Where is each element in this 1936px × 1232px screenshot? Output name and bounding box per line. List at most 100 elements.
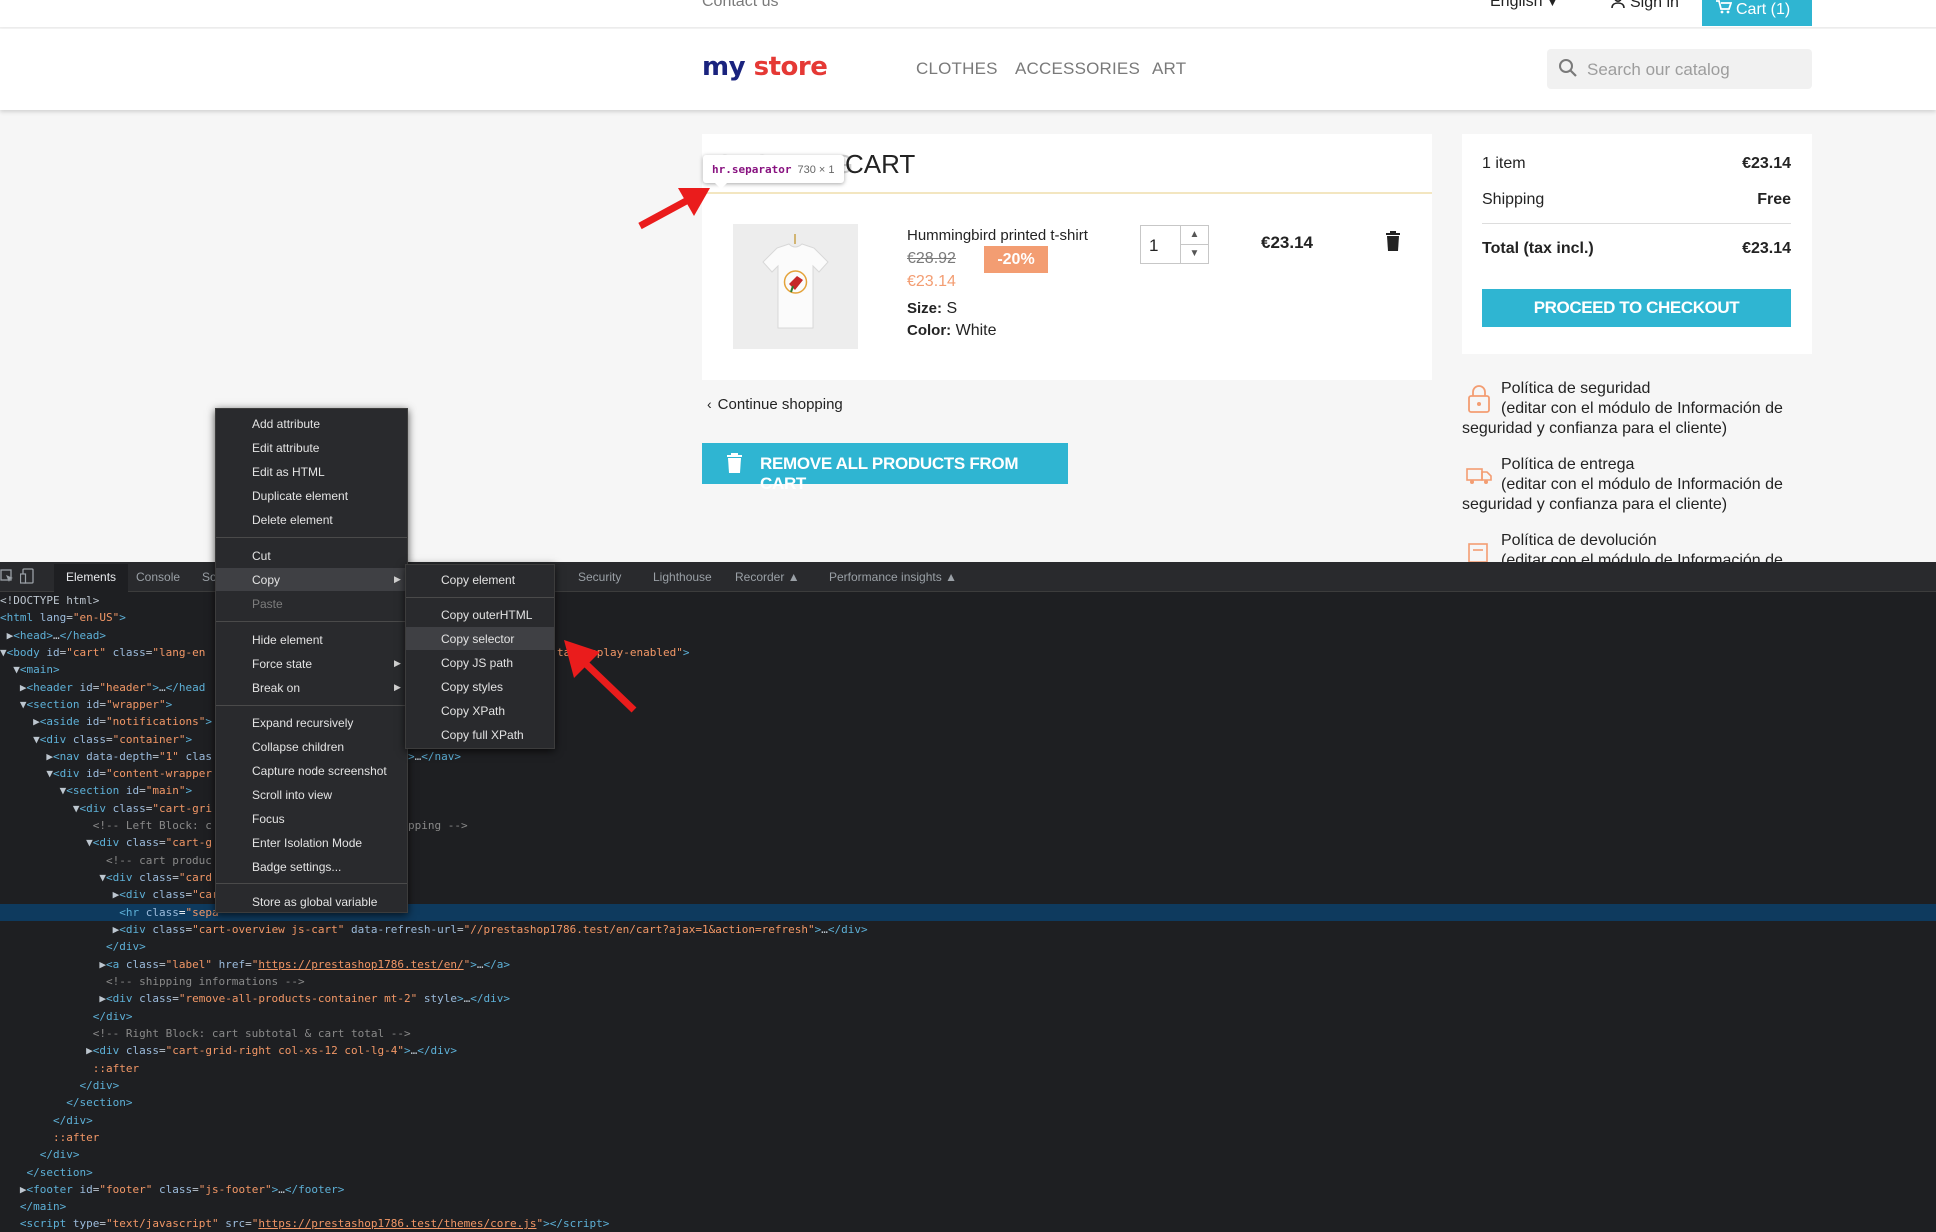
product-price: €23.14 — [907, 273, 956, 290]
quantity-down-button[interactable]: ▼ — [1181, 244, 1209, 264]
dom-line[interactable]: ▶<div class="remove-all-products-contain… — [0, 990, 510, 1007]
dom-line[interactable]: ▼<div class="container"> — [0, 731, 192, 748]
menu-capture-node-screenshot[interactable]: Capture node screenshot — [252, 764, 387, 778]
dom-line[interactable]: ▼<div id="content-wrapper — [0, 765, 212, 782]
dom-line[interactable]: ▼<section id="main"> — [0, 782, 193, 799]
search-input[interactable]: Search our catalog — [1547, 49, 1812, 89]
menu-copy-outerhtml[interactable]: Copy outerHTML — [441, 608, 532, 622]
dom-line[interactable]: ▶<div class="car — [0, 886, 219, 903]
menu-edit-as-html[interactable]: Edit as HTML — [252, 465, 325, 479]
menu-separator — [406, 597, 554, 598]
menu-copy-xpath[interactable]: Copy XPath — [441, 704, 505, 718]
dom-line[interactable]: pping --> — [408, 817, 468, 834]
dom-line-selected[interactable]: <hr class="sepa — [0, 904, 218, 921]
tab-security[interactable]: Security — [578, 570, 621, 584]
menu-separator — [216, 537, 407, 538]
items-count: 1 item — [1482, 155, 1526, 172]
inspect-icon[interactable] — [0, 568, 14, 584]
menu-force-state[interactable]: Force state — [252, 657, 312, 671]
line-total: €23.14 — [1261, 233, 1313, 252]
dom-line[interactable]: </section> — [0, 1164, 93, 1181]
menu-copy-full-xpath[interactable]: Copy full XPath — [441, 728, 524, 742]
sign-in-link[interactable]: Sign in — [1610, 0, 1679, 12]
dom-line[interactable]: ▶<head>…</head> — [0, 627, 106, 644]
menu-copy[interactable]: Copy — [252, 573, 280, 587]
menu-copy-js-path[interactable]: Copy JS path — [441, 656, 513, 670]
remove-all-button[interactable]: REMOVE ALL PRODUCTS FROM CART — [702, 443, 1068, 493]
dom-line[interactable]: </div> — [0, 938, 146, 955]
tab-performance-insights[interactable]: Performance insights ▲ — [829, 570, 957, 584]
language-selector[interactable]: English ▼ — [1490, 0, 1558, 11]
menu-copy-selector[interactable]: Copy selector — [441, 632, 514, 646]
dom-line[interactable]: </section> — [0, 1094, 132, 1111]
product-image[interactable] — [733, 224, 858, 349]
dom-line[interactable]: <!DOCTYPE html> — [0, 592, 99, 609]
checkout-button[interactable]: PROCEED TO CHECKOUT — [1482, 289, 1791, 327]
dom-line[interactable]: ▶<nav data-depth="1" clas — [0, 748, 212, 765]
dom-line[interactable]: ▼<section id="wrapper"> — [0, 696, 172, 713]
product-name[interactable]: Hummingbird printed t-shirt — [907, 227, 1088, 244]
menu-delete-element[interactable]: Delete element — [252, 513, 333, 527]
dom-line[interactable]: <!-- Left Block: c — [0, 817, 212, 834]
dom-line[interactable]: >…</nav> — [408, 748, 461, 765]
tab-recorder[interactable]: Recorder ▲ — [735, 570, 800, 584]
nav-clothes[interactable]: CLOTHES — [916, 59, 998, 79]
tab-lighthouse[interactable]: Lighthouse — [653, 570, 712, 584]
cart-button[interactable]: Cart (1) — [1702, 0, 1812, 26]
contact-link[interactable]: Contact us — [702, 0, 778, 11]
menu-collapse-children[interactable]: Collapse children — [252, 740, 344, 754]
menu-store-as-global-variable[interactable]: Store as global variable — [252, 895, 377, 909]
dom-line[interactable]: ▼<main> — [0, 661, 59, 678]
dom-line[interactable]: ::after — [0, 1129, 99, 1146]
inspect-tooltip: hr.separator 730 × 1 — [703, 155, 844, 183]
quantity-up-button[interactable]: ▲ — [1181, 225, 1209, 245]
store-logo[interactable]: my store — [702, 52, 828, 82]
language-label: English — [1490, 0, 1543, 10]
dom-line[interactable]: <!-- cart produc — [0, 852, 212, 869]
menu-badge-settings[interactable]: Badge settings... — [252, 860, 341, 874]
dom-line[interactable]: ::after — [0, 1060, 139, 1077]
menu-focus[interactable]: Focus — [252, 812, 285, 826]
dom-line[interactable]: ▶<aside id="notifications"> — [0, 713, 212, 730]
menu-copy-element[interactable]: Copy element — [441, 573, 515, 587]
dom-line[interactable]: </div> — [0, 1077, 119, 1094]
menu-break-on[interactable]: Break on — [252, 681, 300, 695]
dom-line[interactable]: ▼<div class="cart-g — [0, 834, 212, 851]
menu-copy-styles[interactable]: Copy styles — [441, 680, 503, 694]
menu-add-attribute[interactable]: Add attribute — [252, 417, 320, 431]
tab-elements[interactable]: Elements — [54, 564, 129, 592]
menu-expand-recursively[interactable]: Expand recursively — [252, 716, 353, 730]
dom-line[interactable]: <html lang="en-US"> — [0, 609, 126, 626]
menu-scroll-into-view[interactable]: Scroll into view — [252, 788, 332, 802]
trash-icon[interactable] — [1385, 231, 1401, 251]
dom-line[interactable]: ▼<body id="cart" class="lang-en — [0, 644, 205, 661]
dom-line[interactable]: ▶<div class="cart-grid-right col-xs-12 c… — [0, 1042, 457, 1059]
device-toolbar-icon[interactable] — [20, 568, 36, 584]
dom-line[interactable]: </div> — [0, 1008, 133, 1025]
dom-line[interactable]: </div> — [0, 1112, 93, 1129]
continue-shopping-link[interactable]: ‹ Continue shopping — [707, 396, 843, 413]
nav-accessories[interactable]: ACCESSORIES — [1015, 59, 1140, 79]
dom-line[interactable]: </div> — [0, 1146, 80, 1163]
nav-art[interactable]: ART — [1152, 59, 1186, 79]
dom-line[interactable]: ▶<footer id="footer" class="js-footer">…… — [0, 1181, 345, 1198]
dom-line[interactable]: ▶<header id="header">…</head — [0, 679, 205, 696]
dom-line[interactable]: <script type="text/javascript" src="http… — [0, 1215, 609, 1232]
flask-icon: ▲ — [945, 570, 957, 584]
menu-enter-isolation-mode[interactable]: Enter Isolation Mode — [252, 836, 362, 850]
menu-hide-element[interactable]: Hide element — [252, 633, 323, 647]
quantity-input[interactable]: 1 — [1140, 225, 1181, 264]
cart-icon — [1716, 0, 1733, 14]
dom-line[interactable]: <!-- shipping informations --> — [0, 973, 305, 990]
menu-cut[interactable]: Cut — [252, 549, 271, 563]
dom-line[interactable]: ▼<div class="cart-gri — [0, 800, 212, 817]
menu-duplicate-element[interactable]: Duplicate element — [252, 489, 348, 503]
dom-line[interactable]: <!-- Right Block: cart subtotal & cart t… — [0, 1025, 411, 1042]
dom-line[interactable]: </main> — [0, 1198, 66, 1215]
dom-line[interactable]: ▼<div class="card — [0, 869, 212, 886]
dom-line[interactable]: ▶<a class="label" href="https://prestash… — [0, 956, 510, 973]
dom-line[interactable]: ▶<div class="cart-overview js-cart" data… — [0, 921, 868, 938]
tab-console[interactable]: Console — [136, 570, 180, 584]
menu-edit-attribute[interactable]: Edit attribute — [252, 441, 319, 455]
total-label: Total (tax incl.) — [1482, 240, 1594, 257]
